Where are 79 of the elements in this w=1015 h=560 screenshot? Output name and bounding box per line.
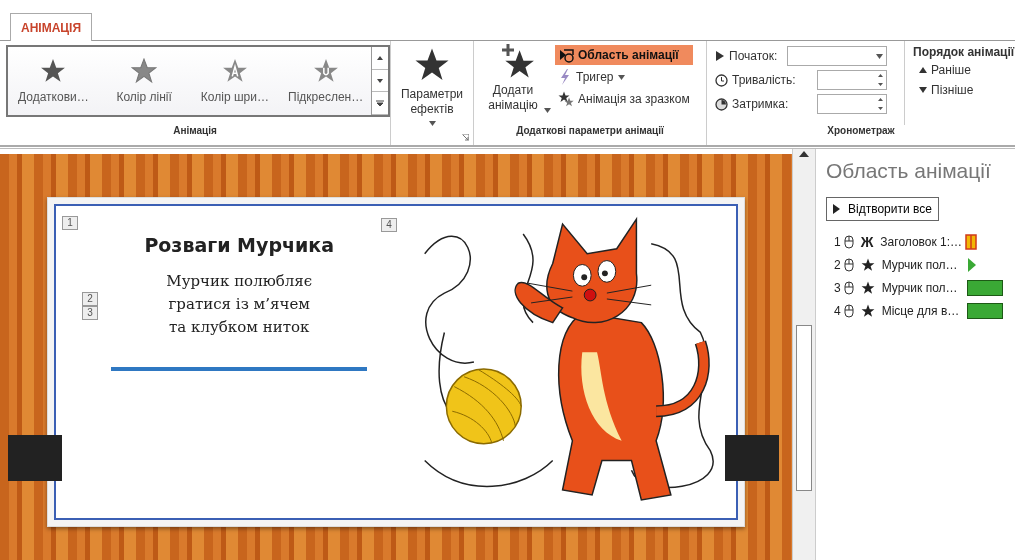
scrollbar-thumb[interactable] <box>796 325 812 491</box>
item-label: Мурчик пол… <box>881 258 959 272</box>
caret-icon <box>544 108 551 113</box>
play-all-button[interactable]: Відтворити все <box>826 197 939 221</box>
pane-title: Область анімації <box>826 159 992 183</box>
move-later-button[interactable]: Пізніше <box>913 81 1015 99</box>
mouse-icon <box>843 281 854 295</box>
star-icon <box>860 258 875 272</box>
spinner-arrows-icon <box>878 97 883 111</box>
slide-title: Розваги Мурчика <box>144 234 335 256</box>
binder-clip <box>725 435 779 481</box>
animation-painter-button[interactable]: Анімація за зразком <box>555 89 693 109</box>
animation-effect-button[interactable]: Колір шри… <box>189 47 281 115</box>
add-animation-button[interactable]: Додати анімацію <box>480 41 555 125</box>
star-icon <box>312 58 339 84</box>
field-label: Тривалість: <box>732 73 796 87</box>
animation-effect-button[interactable]: Додаткови… <box>8 47 99 115</box>
down-triangle-icon <box>919 87 927 93</box>
play-icon <box>715 50 725 62</box>
slide-text: Мурчик полюбляє гратися із м’ячем та клубком ниток <box>166 271 313 338</box>
caret-icon <box>428 121 436 126</box>
lightning-icon <box>558 69 572 85</box>
animation-order-tag: 3 <box>82 306 98 320</box>
trigger-button[interactable]: Тригер <box>555 67 693 87</box>
animation-effect-button[interactable]: Колір лінії <box>98 47 190 115</box>
field-label: Початок: <box>729 49 778 63</box>
animation-order-tag: 4 <box>381 218 397 232</box>
scroll-up-arrow-icon[interactable] <box>799 151 809 157</box>
timing-bar <box>966 280 1003 296</box>
spinner-arrows-icon <box>878 73 883 87</box>
effect-options-button[interactable]: Параметри ефектів <box>391 41 473 126</box>
animation-pane-button[interactable]: Область анімації <box>555 45 693 65</box>
star-icon <box>860 281 875 295</box>
caret-icon <box>876 53 883 59</box>
field-label: Затримка: <box>732 97 789 111</box>
delay-clock-icon <box>715 97 728 111</box>
up-triangle-icon <box>376 54 384 61</box>
stars-icon <box>558 91 574 107</box>
ribbon-tab[interactable]: АНІМАЦІЯ <box>10 13 93 41</box>
group-label: Хронометраж <box>826 125 896 138</box>
timing-marker <box>966 257 977 273</box>
time-spinner[interactable] <box>817 94 887 114</box>
animation-list-item[interactable]: 2 Мурчик пол… <box>834 256 1015 274</box>
play-icon <box>833 204 840 214</box>
item-label: Місце для в… <box>881 304 961 318</box>
binder-clip <box>8 435 62 481</box>
animation-order-tag: 2 <box>82 292 98 306</box>
group-label: Додаткові параметри анімації <box>515 125 665 138</box>
item-label: Мурчик пол… <box>881 281 959 295</box>
move-earlier-button[interactable]: Раніше <box>913 61 1015 79</box>
mouse-icon <box>843 258 854 272</box>
timing-bar <box>965 234 978 250</box>
star-icon <box>131 58 158 84</box>
start-dropdown[interactable] <box>787 46 887 66</box>
mouse-icon <box>843 235 854 249</box>
group-label: Анімація <box>172 125 218 138</box>
add-star-icon <box>499 43 536 79</box>
timing-bar <box>966 303 1003 319</box>
clock-icon <box>715 73 728 87</box>
mouse-icon <box>843 304 854 318</box>
star-icon <box>221 58 248 84</box>
animation-list-item[interactable]: 3 Мурчик пол… <box>834 279 1015 297</box>
effect-glyph: Ж <box>860 234 874 250</box>
animation-effect-button[interactable]: Підкреслен… <box>280 47 371 115</box>
more-button[interactable] <box>372 92 388 115</box>
scroll-down-button[interactable] <box>372 69 388 93</box>
time-spinner[interactable] <box>817 70 887 90</box>
animation-order-tag: 1 <box>62 216 78 230</box>
more-icon <box>376 100 384 107</box>
dialog-launcher-icon[interactable] <box>462 134 469 141</box>
up-triangle-icon <box>919 67 927 73</box>
star-icon <box>40 58 67 84</box>
star-icon <box>860 304 875 318</box>
animation-list-item[interactable]: 1 Ж Заголовок 1:… <box>834 233 1015 251</box>
animation-list-item[interactable]: 4 Місце для в… <box>834 302 1015 320</box>
item-label: Заголовок 1:… <box>880 235 963 249</box>
caret-icon <box>617 74 625 80</box>
reorder-title: Порядок анімації <box>913 45 1015 59</box>
down-triangle-icon <box>376 77 384 84</box>
